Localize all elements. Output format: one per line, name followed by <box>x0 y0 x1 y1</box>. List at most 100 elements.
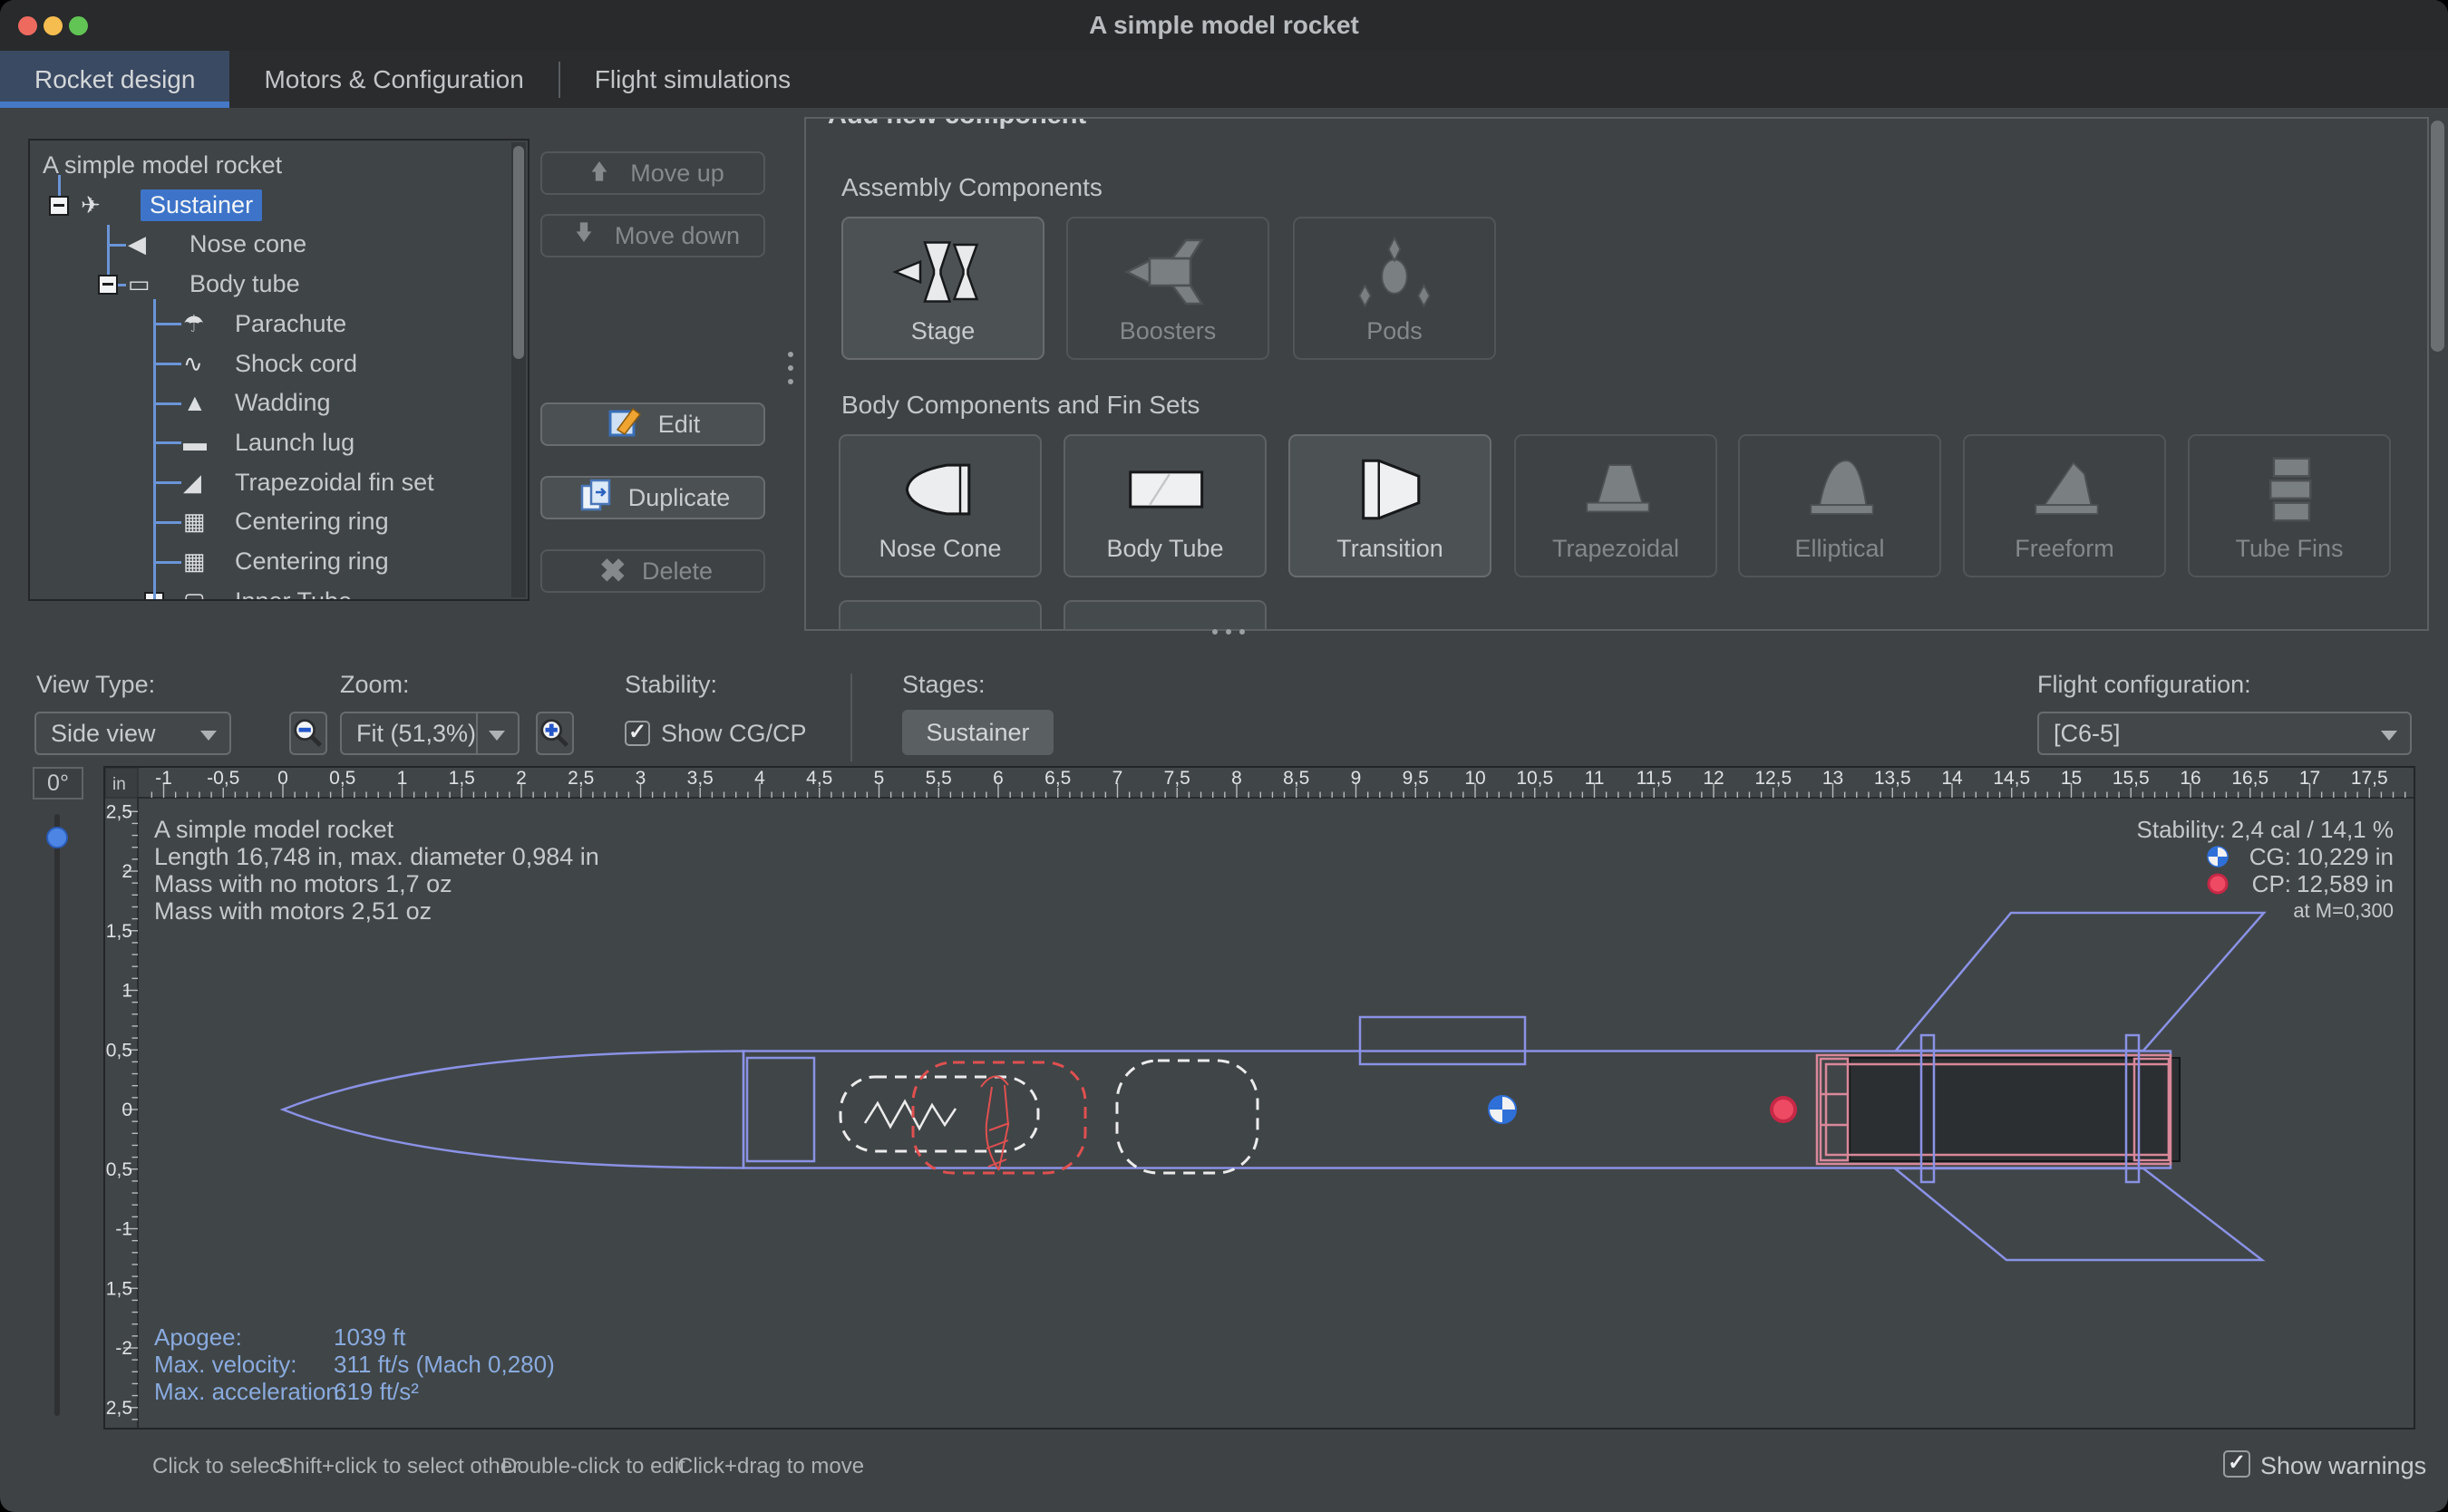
centering-ring-icon: ▦ <box>183 508 206 536</box>
tree-item-inner-tube[interactable]: ▢Inner Tube <box>30 584 528 601</box>
tree-item-body-tube[interactable]: ▭Body tube <box>30 267 528 303</box>
stage-toggle-sustainer[interactable]: Sustainer <box>902 710 1054 755</box>
svg-text:17: 17 <box>2299 768 2320 789</box>
launch-lug-shape[interactable] <box>1360 1017 1525 1064</box>
tree-item-trapezoidal-fin-set[interactable]: ◢Trapezoidal fin set <box>30 465 528 501</box>
tree-item-label[interactable]: Sustainer <box>141 189 262 221</box>
nose-cone-shape[interactable] <box>283 1052 743 1168</box>
tree-item-label[interactable]: Launch lug <box>235 429 355 457</box>
tree-item-label[interactable]: Inner Tube <box>235 587 352 601</box>
cg-marker[interactable] <box>1489 1096 1516 1123</box>
rotation-slider[interactable] <box>54 814 60 1416</box>
component-button-label: Boosters <box>1068 317 1268 345</box>
tab-flight-simulations[interactable]: Flight simulations <box>560 51 825 108</box>
wadding-shape[interactable] <box>1117 1061 1258 1173</box>
tree-item-label[interactable]: A simple model rocket <box>43 151 282 179</box>
tab-rocket-design[interactable]: Rocket design <box>0 51 229 108</box>
add-stage-button[interactable]: Stage <box>841 217 1044 360</box>
add-boosters-button: Boosters <box>1066 217 1269 360</box>
clipped-component-button[interactable] <box>839 600 1042 631</box>
button-label: Duplicate <box>628 484 731 512</box>
move-up-icon <box>581 152 617 195</box>
svg-text:-2,5: -2,5 <box>105 1398 132 1419</box>
panel-splitter-handle[interactable] <box>788 352 793 384</box>
tree-item-label[interactable]: Shock cord <box>235 350 357 378</box>
tree-item-label[interactable]: Wadding <box>235 389 331 417</box>
fin-lower-shape[interactable] <box>1895 1168 2262 1260</box>
tree-item-label[interactable]: Nose cone <box>189 230 306 258</box>
hint-click-select: Click to select <box>152 1454 287 1479</box>
tree-item-sustainer[interactable]: ✈Sustainer <box>30 188 528 224</box>
clipped-component-button[interactable] <box>1064 600 1267 631</box>
rotation-slider-knob[interactable] <box>46 827 68 848</box>
svg-text:13: 13 <box>1822 768 1843 789</box>
tree-scrollbar-thumb[interactable] <box>513 146 524 359</box>
add-trapezoidal-button: Trapezoidal <box>1514 434 1717 577</box>
svg-text:9,5: 9,5 <box>1403 768 1429 789</box>
svg-text:12: 12 <box>1703 768 1724 789</box>
svg-text:13,5: 13,5 <box>1874 768 1911 789</box>
move-down-icon <box>566 215 602 257</box>
nose-shoulder-shape[interactable] <box>747 1058 814 1161</box>
tree-item-wadding[interactable]: ▲Wadding <box>30 385 528 422</box>
show-warnings-checkbox[interactable]: ✓ <box>2223 1450 2250 1478</box>
rocket-name: A simple model rocket <box>154 816 394 843</box>
svg-text:7: 7 <box>1112 768 1123 789</box>
zoom-level-select[interactable]: Fit (51,3%) <box>340 712 520 755</box>
svg-text:11: 11 <box>1585 768 1605 789</box>
tree-item-label[interactable]: Parachute <box>235 310 346 338</box>
edit-button[interactable]: Edit <box>540 402 765 446</box>
duplicate-button[interactable]: Duplicate <box>540 476 765 519</box>
tree-item-shock-cord[interactable]: ∿Shock cord <box>30 346 528 383</box>
flight-configuration-select[interactable]: [C6-5] <box>2037 712 2412 755</box>
move-up-button: Move up <box>540 151 765 195</box>
component-tree[interactable]: A simple model rocket ✈Sustainer◀Nose con… <box>28 139 529 601</box>
svg-text:14,5: 14,5 <box>1993 768 2030 789</box>
rocket-mass-motors: Mass with motors 2,51 oz <box>154 897 432 925</box>
tree-item-label[interactable]: Centering ring <box>235 548 389 576</box>
tree-item-centering-ring[interactable]: ▦ Centering ring <box>30 544 528 580</box>
tree-expander-icon[interactable] <box>49 196 69 216</box>
svg-text:2,5: 2,5 <box>568 768 594 789</box>
centering-ring-icon: ▦ <box>183 548 206 576</box>
svg-text:1: 1 <box>397 768 408 789</box>
tree-item-label[interactable]: Trapezoidal fin set <box>235 469 434 497</box>
tab-motors-configuration[interactable]: Motors & Configuration <box>229 51 558 108</box>
svg-text:8,5: 8,5 <box>1283 768 1309 789</box>
app-window: A simple model rocket Rocket design Moto… <box>0 0 2448 1512</box>
add-body-tube-button[interactable]: Body Tube <box>1064 434 1267 577</box>
panel-resize-handle[interactable] <box>1212 629 1245 635</box>
view-type-select[interactable]: Side view <box>34 712 231 755</box>
tree-expander-icon[interactable] <box>98 275 118 295</box>
stability-label: Stability: <box>625 671 717 699</box>
panel-scrollbar[interactable] <box>2430 117 2445 631</box>
tree-item-nose-cone[interactable]: ◀Nose cone <box>30 227 528 263</box>
rotation-angle-indicator: 0° <box>33 767 83 800</box>
svg-text:CP:12,589 in: CP:12,589 in <box>2252 870 2394 897</box>
svg-text:-0,5: -0,5 <box>207 768 239 789</box>
tree-item-label[interactable]: Centering ring <box>235 508 389 536</box>
add-transition-button[interactable]: Transition <box>1288 434 1491 577</box>
panel-scrollbar-thumb[interactable] <box>2431 121 2444 352</box>
tree-item-centering-ring[interactable]: ▦ Centering ring <box>30 504 528 540</box>
tree-item-label[interactable]: Body tube <box>189 270 300 298</box>
button-label: Edit <box>658 411 701 439</box>
component-button-label: Nose Cone <box>840 535 1040 563</box>
shock-cord-anchor <box>981 1076 1009 1170</box>
cp-marker[interactable] <box>1772 1098 1795 1121</box>
zoom-in-button[interactable] <box>536 712 574 755</box>
delete-icon <box>593 550 629 593</box>
add-component-title: Add new component <box>819 117 1095 131</box>
rocket-design-canvas[interactable]: in -1-0,500,511,522,533,544,555,566,577,… <box>103 766 2415 1430</box>
button-label: Move down <box>615 222 740 250</box>
zoom-out-button[interactable] <box>289 712 327 755</box>
centering-ring-shape[interactable] <box>1821 1059 1848 1160</box>
tree-item-a-simple-model-rocket[interactable]: A simple model rocket <box>30 148 528 184</box>
tree-scrollbar[interactable] <box>511 142 526 597</box>
show-cgcp-checkbox[interactable]: ✓ <box>625 721 650 746</box>
tree-item-parachute[interactable]: ☂Parachute <box>30 306 528 343</box>
add-nose-cone-button[interactable]: Nose Cone <box>839 434 1042 577</box>
tree-item-launch-lug[interactable]: ▬Launch lug <box>30 425 528 461</box>
fin-upper-shape[interactable] <box>1896 913 2264 1051</box>
motor-shape[interactable] <box>1850 1058 2180 1161</box>
